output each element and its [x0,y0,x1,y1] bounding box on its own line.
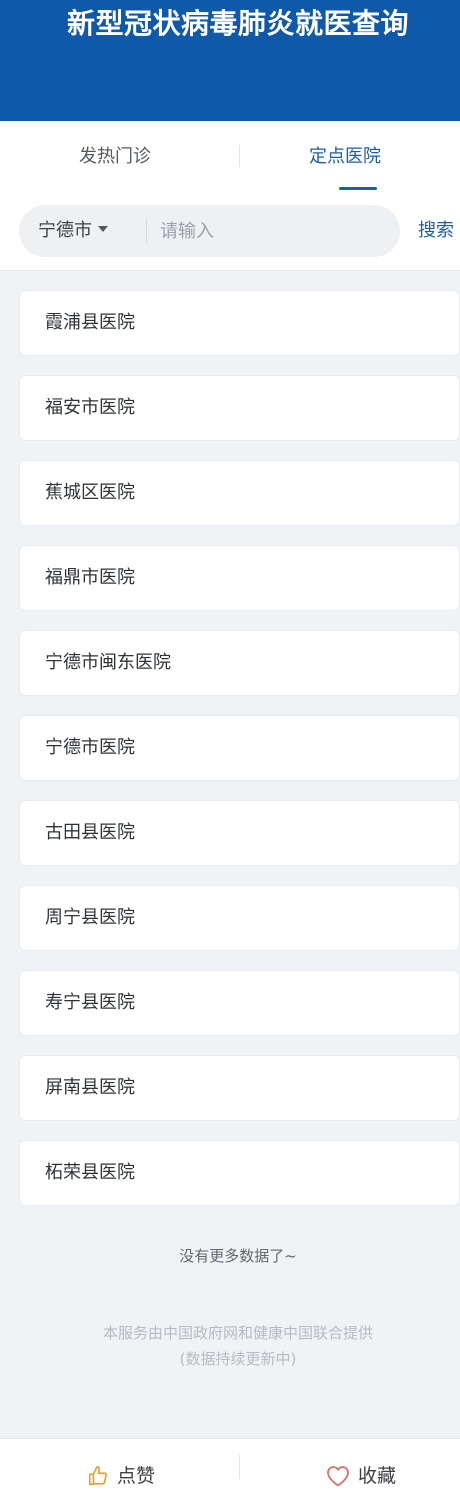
hospital-card[interactable]: 宁德市闽东医院 [19,630,460,696]
city-select[interactable]: 宁德市 [19,205,108,257]
hospital-card[interactable]: 屏南县医院 [19,1055,460,1121]
provider-note-line1: 本服务由中国政府网和健康中国联合提供 [102,1324,373,1342]
header-banner: 新型冠状病毒肺炎就医查询 [0,0,460,121]
hospital-list: 霞浦县医院福安市医院蕉城区医院福鼎市医院宁德市闽东医院 宁德市医院古田县医院周宁县… [19,290,460,1225]
hospital-card[interactable]: 宁德市医院 [19,715,460,781]
favorite-button[interactable]: 收藏 [246,1439,460,1509]
search-bar: 宁德市 搜索 [0,193,460,271]
hospital-card[interactable]: 霞浦县医院 [19,290,460,356]
like-button[interactable]: 点赞 [6,1439,236,1509]
hospital-card[interactable]: 古田县医院 [19,800,460,866]
search-input[interactable] [160,205,390,257]
no-more-data-text: 没有更多数据了~ [179,1247,297,1265]
active-tab-indicator [339,187,377,190]
hospital-card[interactable]: 福鼎市医院 [19,545,460,611]
hospital-card[interactable]: 柘荣县医院 [19,1140,460,1206]
thumbs-up-icon [88,1465,108,1485]
city-select-value: 宁德市 [38,220,92,241]
search-box: 宁德市 [19,205,400,257]
search-separator [146,219,147,243]
like-label: 点赞 [116,1465,155,1487]
heart-icon [327,1465,349,1486]
favorite-label: 收藏 [357,1465,396,1487]
hospital-card[interactable]: 福安市医院 [19,375,460,441]
provider-note: 本服务由中国政府网和健康中国联合提供 (数据持续更新中) [0,1320,460,1372]
app-root: 新型冠状病毒肺炎就医查询 发热门诊 定点医院 宁德市 搜索 霞浦县医院福安市医院… [0,0,460,1509]
search-button[interactable]: 搜索 [418,205,454,257]
provider-note-line2: (数据持续更新中) [179,1350,297,1368]
action-divider [239,1455,240,1479]
hospital-card[interactable]: 周宁县医院 [19,885,460,951]
tab-bar: 发热门诊 定点医院 [0,121,460,193]
caret-down-icon [98,226,108,232]
bottom-action-bar: 点赞 收藏 [0,1438,460,1509]
hospital-card[interactable]: 蕉城区医院 [19,460,460,526]
page-title: 新型冠状病毒肺炎就医查询 [66,7,409,40]
hospital-card[interactable]: 寿宁县医院 [19,970,460,1036]
tab-fever-clinic[interactable]: 发热门诊 [0,121,230,193]
tab-designated-hospital[interactable]: 定点医院 [230,121,460,193]
